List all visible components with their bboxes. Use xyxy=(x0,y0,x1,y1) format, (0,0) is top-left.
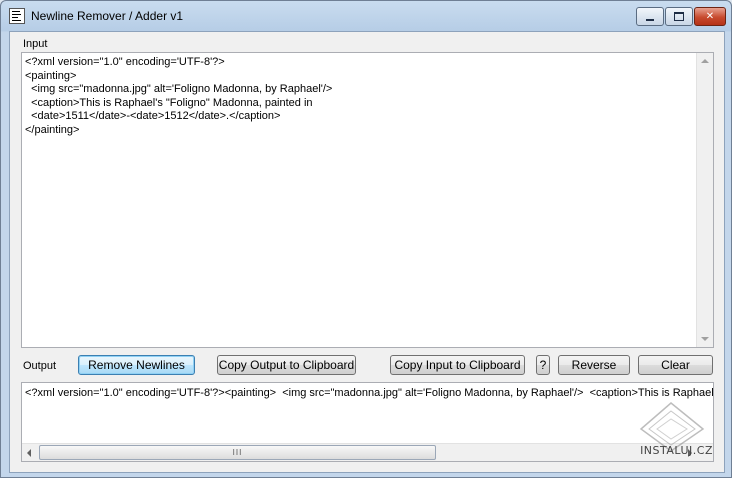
copy-output-button[interactable]: Copy Output to Clipboard xyxy=(217,355,356,375)
copy-input-button[interactable]: Copy Input to Clipboard xyxy=(390,355,525,375)
output-text[interactable]: <?xml version="1.0" encoding='UTF-8'?><p… xyxy=(25,387,713,401)
output-horizontal-scrollbar[interactable]: III xyxy=(22,443,713,461)
input-textarea[interactable]: <?xml version="1.0" encoding='UTF-8'?> <… xyxy=(21,52,714,348)
scroll-thumb[interactable]: III xyxy=(39,445,436,460)
reverse-button[interactable]: Reverse xyxy=(558,355,630,375)
maximize-button[interactable] xyxy=(665,7,693,26)
minimize-button[interactable] xyxy=(636,7,664,26)
app-window: Newline Remover / Adder v1 ✕ Input <?xml… xyxy=(0,0,732,478)
input-label: Input xyxy=(23,38,48,50)
input-vertical-scrollbar[interactable] xyxy=(696,53,713,347)
scroll-down-icon[interactable] xyxy=(701,337,709,341)
window-title: Newline Remover / Adder v1 xyxy=(31,9,184,23)
close-button[interactable]: ✕ xyxy=(694,7,726,26)
maximize-icon xyxy=(674,12,684,21)
output-textarea[interactable]: <?xml version="1.0" encoding='UTF-8'?><p… xyxy=(21,382,714,462)
close-icon: ✕ xyxy=(705,11,715,22)
clear-button[interactable]: Clear xyxy=(638,355,713,375)
notepad-icon[interactable] xyxy=(9,8,25,24)
scroll-up-icon[interactable] xyxy=(701,59,709,63)
watermark-text: INSTALUJ.CZ xyxy=(640,444,713,457)
help-button[interactable]: ? xyxy=(536,355,550,375)
input-text[interactable]: <?xml version="1.0" encoding='UTF-8'?> <… xyxy=(25,56,332,137)
title-bar[interactable]: Newline Remover / Adder v1 ✕ xyxy=(1,1,731,31)
scroll-left-icon[interactable] xyxy=(27,449,31,457)
output-label: Output xyxy=(23,360,57,372)
grip-icon: III xyxy=(232,448,243,457)
minimize-icon xyxy=(646,18,654,21)
client-area: Input <?xml version="1.0" encoding='UTF-… xyxy=(9,31,725,473)
remove-newlines-button[interactable]: Remove Newlines xyxy=(78,355,195,375)
